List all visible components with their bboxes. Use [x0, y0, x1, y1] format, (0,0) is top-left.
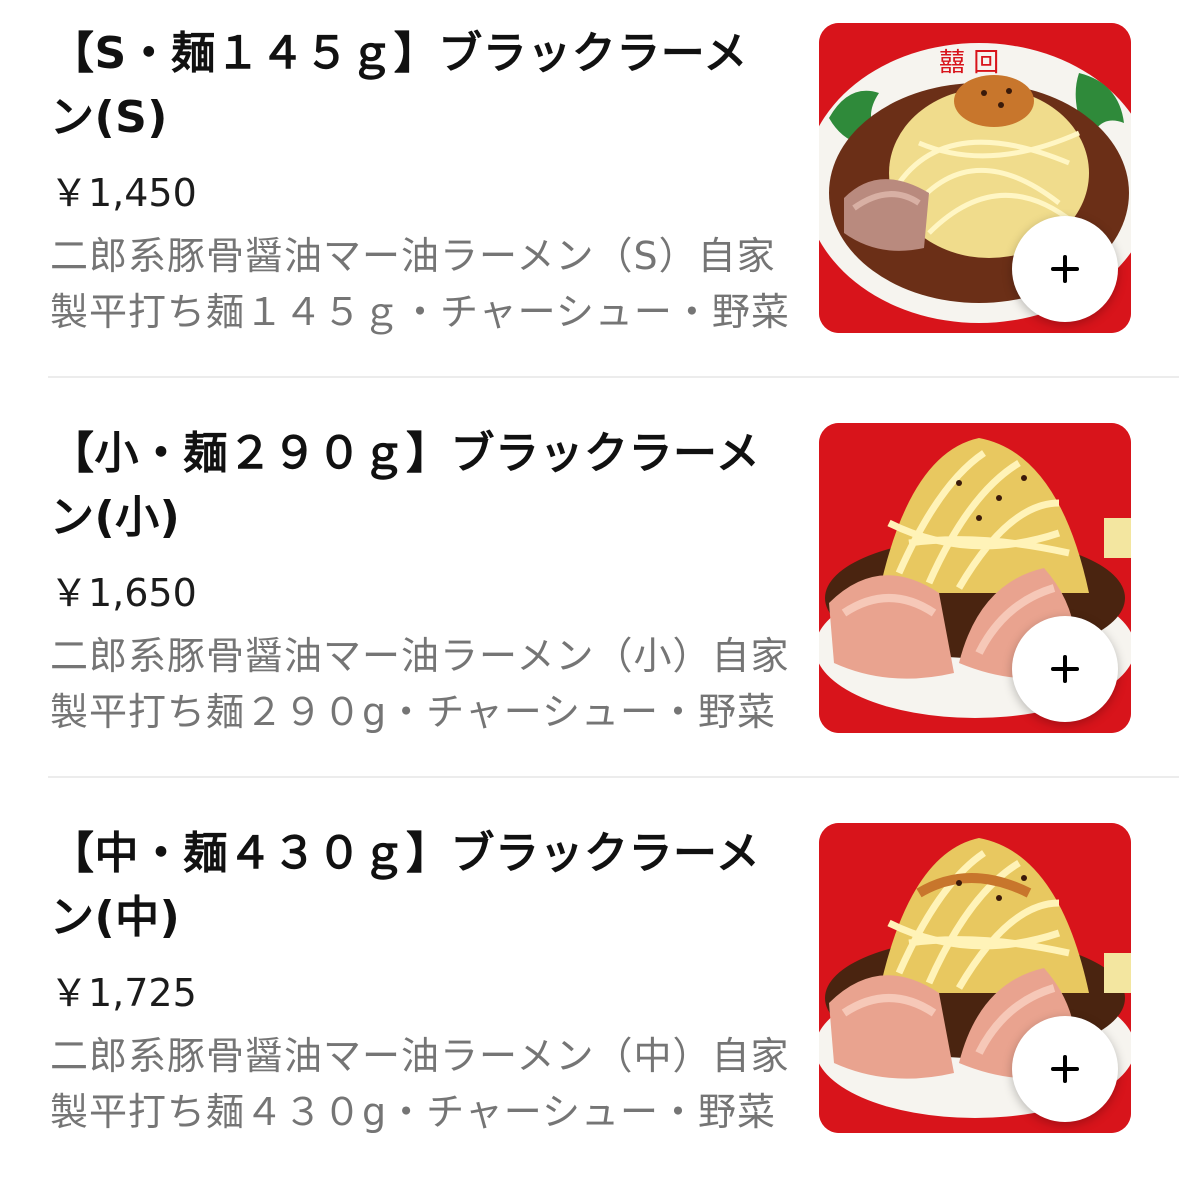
- menu-item-description: 二郎系豚骨醤油マー油ラーメン（中）自家製平打ち麺４３０g・チャーシュー・野菜: [50, 1034, 790, 1134]
- menu-item-price: ￥1,725: [50, 971, 197, 1015]
- add-to-cart-button[interactable]: [1012, 616, 1118, 722]
- plus-icon: [1051, 1055, 1079, 1083]
- menu-item-price: ￥1,650: [50, 571, 197, 615]
- add-to-cart-button[interactable]: [1012, 1016, 1118, 1122]
- menu-item[interactable]: 【中・麺４３０ｇ】ブラックラーメン(中) ￥1,725 二郎系豚骨醤油マー油ラー…: [0, 800, 1179, 1200]
- divider: [48, 776, 1179, 778]
- plus-icon: [1051, 655, 1079, 683]
- menu-item-list: 【S・麺１４５ｇ】ブラックラーメン(S) ￥1,450 二郎系豚骨醤油マー油ラー…: [0, 0, 1179, 1134]
- plus-icon: [1051, 255, 1079, 283]
- menu-item[interactable]: 【S・麺１４５ｇ】ブラックラーメン(S) ￥1,450 二郎系豚骨醤油マー油ラー…: [0, 0, 1179, 400]
- menu-item-name: 【小・麺２９０ｇ】ブラックラーメン(小): [50, 428, 761, 543]
- menu-item-name: 【中・麺４３０ｇ】ブラックラーメン(中): [50, 828, 761, 943]
- menu-item-text: 【小・麺２９０ｇ】ブラックラーメン(小) ￥1,650 二郎系豚骨醤油マー油ラー…: [50, 422, 790, 740]
- divider: [48, 376, 1179, 378]
- add-to-cart-button[interactable]: [1012, 216, 1118, 322]
- menu-item-text: 【中・麺４３０ｇ】ブラックラーメン(中) ￥1,725 二郎系豚骨醤油マー油ラー…: [50, 822, 790, 1140]
- menu-item-text: 【S・麺１４５ｇ】ブラックラーメン(S) ￥1,450 二郎系豚骨醤油マー油ラー…: [50, 22, 790, 340]
- menu-item-description: 二郎系豚骨醤油マー油ラーメン（小）自家製平打ち麺２９０g・チャーシュー・野菜: [50, 634, 790, 734]
- menu-item-price: ￥1,450: [50, 171, 197, 215]
- menu-item-name: 【S・麺１４５ｇ】ブラックラーメン(S): [50, 28, 748, 143]
- menu-item-description: 二郎系豚骨醤油マー油ラーメン（S）自家製平打ち麺１４５ｇ・チャーシュー・野菜: [50, 234, 790, 334]
- svg-text:囍 回: 囍 回: [939, 48, 999, 78]
- menu-item[interactable]: 【小・麺２９０ｇ】ブラックラーメン(小) ￥1,650 二郎系豚骨醤油マー油ラー…: [0, 400, 1179, 800]
